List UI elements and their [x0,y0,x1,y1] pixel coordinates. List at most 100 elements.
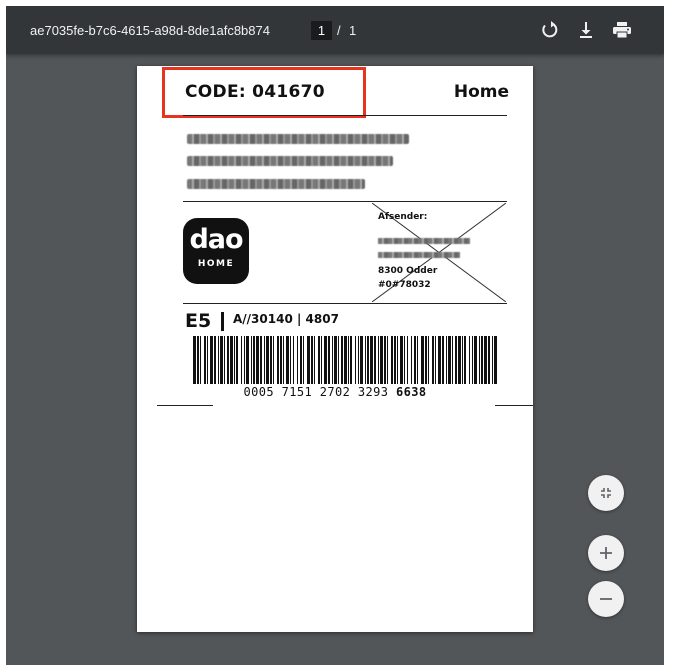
barcode-bar [266,336,269,384]
barcode-bar [407,336,408,384]
barcode-bar [230,336,233,384]
barcode-bar [218,336,219,384]
barcode-bar [400,336,403,384]
barcode-bar [200,336,201,384]
redacted-recipient-line [187,179,365,189]
barcode-bar [290,336,291,384]
barcode-bar [494,336,497,384]
barcode-bar [384,336,386,384]
barcode-bar [227,336,229,384]
cut-line [495,405,533,406]
pdf-page: CODE: 041670 Home dao HOME Afsender: 830… [137,66,533,632]
barcode-number: 0005 7151 2702 3293 6638 [137,385,533,399]
sender-id: #0#78032 [378,280,431,290]
label-code: CODE: 041670 [185,82,325,102]
sender-city: 8300 Odder [378,266,438,276]
route-code: A//30140 | 4807 [233,312,339,326]
barcode-bar [334,336,337,384]
barcode-bar [193,336,196,384]
barcode-bar [273,336,274,384]
barcode-bar [244,336,245,384]
barcode-bar [417,336,418,384]
barcode-bar [280,336,282,384]
rotate-icon [542,21,558,38]
barcode-bar [469,336,470,384]
barcode-bar [251,336,252,384]
barcode-bar [338,336,339,384]
barcode-bar [210,336,213,384]
barcode-bar [241,336,242,384]
document-title: ae7035fe-b7c6-4615-a98d-8de1afc8b874 [30,23,270,38]
barcode-bar [256,336,259,384]
barcode-bar [253,336,255,384]
barcode-bar [297,336,298,384]
print-button[interactable] [610,18,634,42]
barcode-bar [214,336,216,384]
barcode-bar [283,336,284,384]
download-icon [580,22,592,38]
barcode [193,336,497,384]
redacted-sender-line [378,252,460,258]
barcode-bar [236,336,238,384]
barcode-bar [348,336,349,384]
barcode-bar [474,336,477,384]
zoom-out-icon [600,598,612,600]
barcode-bar [397,336,398,384]
download-button[interactable] [574,18,598,42]
barcode-bar [442,336,444,384]
redacted-recipient-line [187,156,393,166]
barcode-bar [380,336,383,384]
barcode-bar [321,336,322,384]
redacted-sender-line [378,238,470,244]
divider [183,303,507,304]
barcode-bar [314,336,315,384]
barcode-bar [472,336,473,384]
barcode-bar [421,336,424,384]
barcode-bar [204,336,206,384]
barcode-bar [277,336,279,384]
barcode-bar [479,336,480,384]
rotate-button[interactable] [538,18,562,42]
zoom-out-button[interactable] [588,581,624,617]
barcode-bar [370,336,373,384]
barcode-bar [391,336,393,384]
barcode-bar [365,336,366,384]
barcode-bar [311,336,313,384]
barcode-bar [458,336,461,384]
barcode-bar [286,336,289,384]
barcode-bar [260,336,262,384]
toolbar: ae7035fe-b7c6-4615-a98d-8de1afc8b874 1 /… [6,6,664,54]
barcode-bar [432,336,434,384]
logo-text: dao [189,224,243,255]
barcode-digits: 0005 7151 2702 3293 [243,385,389,399]
barcode-bar [367,336,369,384]
barcode-bar [448,336,451,384]
barcode-bar [374,336,376,384]
fit-to-page-button[interactable] [588,475,624,511]
barcode-bar [360,336,363,384]
barcode-bar [220,336,223,384]
barcode-bar [344,336,347,384]
barcode-bar [197,336,199,384]
barcode-bar [414,336,416,384]
redacted-recipient-line [187,134,409,144]
barcode-bar [350,336,352,384]
zoom-in-button[interactable] [588,535,624,571]
barcode-bar [324,336,327,384]
barcode-bar [464,336,466,384]
barcode-bar [246,336,249,384]
dao-logo: dao HOME [183,218,249,284]
barcode-bar [234,336,235,384]
barcode-digits-bold: 6638 [396,385,427,399]
barcode-bar [358,336,359,384]
barcode-bar [492,336,493,384]
barcode-bar [328,336,330,384]
barcode-bar [425,336,427,384]
page-number-input[interactable]: 1 [311,21,332,40]
pdf-viewer: ae7035fe-b7c6-4615-a98d-8de1afc8b874 1 /… [6,6,664,665]
cut-line [157,405,213,406]
barcode-bar [411,336,412,384]
barcode-bar [224,336,225,384]
barcode-bar [270,336,272,384]
barcode-bar [355,336,356,384]
